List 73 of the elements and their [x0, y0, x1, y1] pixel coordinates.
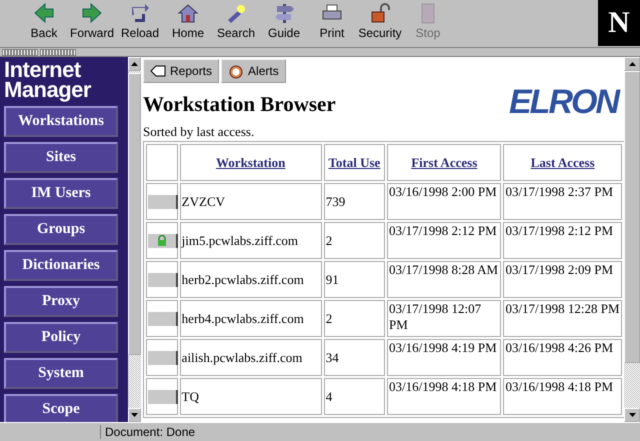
forward-button[interactable]: Forward: [68, 2, 116, 46]
forward-arrow-icon: [81, 2, 103, 24]
search-button[interactable]: Search: [212, 2, 260, 46]
table-cell: ailish.pcwlabs.ziff.com: [180, 339, 322, 376]
table-cell: 03/17/1998 2:37 PM: [503, 183, 622, 220]
table-cell: 03/16/1998 4:19 PM: [387, 339, 502, 376]
nav-button[interactable]: Sites: [4, 142, 118, 173]
table-cell: TQ: [180, 378, 322, 415]
padlock-icon: [369, 2, 391, 24]
tab-button[interactable]: Reports: [143, 59, 220, 83]
brand-logo: ELRON: [509, 83, 618, 122]
table-cell: 34: [324, 339, 385, 376]
table-cell: 03/17/1998 2:12 PM: [387, 222, 502, 259]
nav-button[interactable]: Dictionaries: [4, 250, 118, 281]
table-cell: 03/16/1998 4:26 PM: [503, 339, 622, 376]
table-cell: 03/17/1998 2:12 PM: [503, 222, 622, 259]
scroll-up-icon: [628, 62, 636, 66]
table-cell: 03/17/1998 12:28 PM: [503, 300, 622, 337]
tab-button[interactable]: Alerts: [221, 59, 286, 83]
status-button[interactable]: [148, 390, 178, 404]
status-text: Document: Done: [100, 425, 640, 439]
browser-logo: N: [598, 0, 640, 46]
sort-note: Sorted by last access.: [143, 124, 256, 140]
scrollbar[interactable]: [624, 57, 640, 422]
table-cell: 2: [324, 300, 385, 337]
status-button[interactable]: [148, 272, 178, 286]
nav-button[interactable]: System: [4, 358, 118, 389]
table-cell: herb2.pcwlabs.ziff.com: [180, 261, 322, 298]
sidebar-title: Internet Manager: [3, 59, 92, 104]
nav-button[interactable]: IM Users: [4, 178, 118, 209]
lock-status-button[interactable]: [148, 234, 178, 248]
reload-button[interactable]: Reload: [116, 2, 164, 46]
back-button[interactable]: Back: [20, 2, 68, 46]
nav-button[interactable]: Groups: [4, 214, 118, 245]
table-cell: 739: [324, 183, 385, 220]
table-cell: 4: [324, 378, 385, 415]
print-button[interactable]: Print: [308, 2, 356, 46]
table-cell: 03/17/1998 8:28 AM: [387, 261, 502, 298]
scroll-down-icon: [131, 413, 138, 417]
table-cell: 2: [324, 222, 385, 259]
table-cell: 03/17/1998 12:07 PM: [387, 300, 502, 337]
toolbar-grip[interactable]: [2, 48, 38, 56]
guide-button[interactable]: Guide: [260, 2, 308, 46]
table-cell: ZVZCV: [180, 183, 322, 220]
table-cell: 03/16/1998 2:00 PM: [387, 183, 502, 220]
table-cell: 03/16/1998 4:18 PM: [387, 378, 502, 415]
nav-button[interactable]: Proxy: [4, 286, 118, 317]
back-arrow-icon: [33, 2, 55, 24]
toolbar-grip[interactable]: [40, 48, 76, 56]
table-cell: herb4.pcwlabs.ziff.com: [180, 300, 322, 337]
nav-button[interactable]: Policy: [4, 322, 118, 353]
home-button[interactable]: Home: [164, 2, 212, 46]
scrollbar[interactable]: [128, 57, 141, 422]
scroll-up-icon: [131, 62, 138, 66]
house-icon: [177, 2, 199, 24]
signpost-icon: [273, 2, 295, 24]
reload-icon: [129, 2, 151, 24]
alarm-clock-icon: [228, 63, 244, 79]
status-button[interactable]: [148, 194, 178, 208]
column-header-link[interactable]: Workstation: [216, 154, 286, 170]
table-cell: 03/17/1998 2:09 PM: [503, 261, 622, 298]
table-cell: jim5.pcwlabs.ziff.com: [180, 222, 322, 259]
page-heading: Workstation Browser: [143, 92, 336, 117]
tag-icon: [150, 65, 166, 77]
security-button[interactable]: Security: [356, 2, 404, 46]
status-button[interactable]: [148, 350, 178, 364]
scroll-down-icon: [628, 413, 636, 417]
table-cell: 03/16/1998 4:18 PM: [503, 378, 622, 415]
status-button[interactable]: [148, 312, 178, 326]
nav-button[interactable]: Scope: [4, 394, 118, 422]
lock-icon: [157, 235, 167, 246]
table-cell: 91: [324, 261, 385, 298]
nav-button[interactable]: Workstations: [4, 106, 118, 137]
